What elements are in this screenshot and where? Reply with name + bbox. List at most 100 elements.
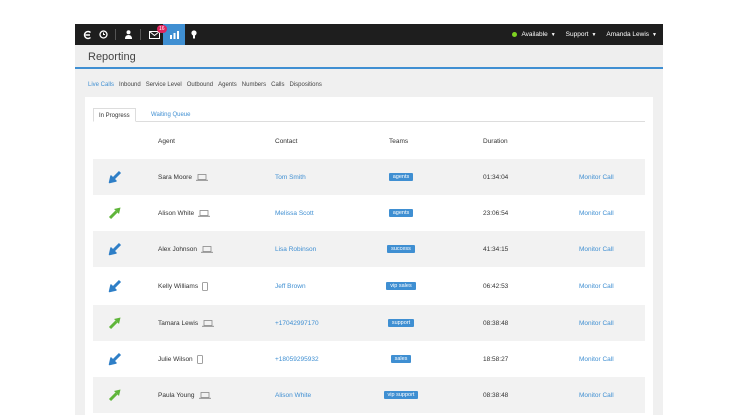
agent-cell: Paula Young [158,377,211,413]
topbar-divider [140,29,141,40]
inbound-call-icon [105,268,125,304]
monitor-call-link[interactable]: Monitor Call [579,231,614,267]
agent-cell: Alison White [158,195,211,231]
laptop-icon [198,391,211,399]
status-dot-icon [512,31,518,37]
title-bar: Reporting [75,45,663,69]
agent-name: Sara Moore [158,173,192,181]
tab-inbound[interactable]: Inbound [119,82,141,88]
tab-service-level[interactable]: Service Level [146,82,182,88]
team-cell: support [373,305,429,341]
team-cell: vip sales [373,268,429,304]
team-badge: vip sales [386,282,416,290]
contact-link[interactable]: +18059295932 [275,341,319,377]
tab-calls[interactable]: Calls [271,82,284,88]
table-header: Agent Contact Teams Duration [93,138,645,150]
status-dropdown[interactable]: Available ▼ [512,31,556,38]
table-row: Alison White Melissa Scott agents 23:06:54 M… [93,195,645,231]
support-label: Support [565,31,589,38]
tab-agents[interactable]: Agents [218,82,237,88]
monitor-call-link[interactable]: Monitor Call [579,341,614,377]
contact-link[interactable]: +17042997170 [275,305,319,341]
subtab-waiting-queue[interactable]: Waiting Queue [146,108,195,122]
table-row: Julie Wilson +18059295932 sales 18:58:27 Mon… [93,341,645,377]
status-label: Available [521,31,548,38]
support-dropdown[interactable]: Support ▼ [566,31,597,38]
team-cell: agents [373,195,429,231]
team-badge: sales [390,355,412,363]
agent-cell: Kelly Williams [158,268,208,304]
user-icon[interactable] [120,24,136,45]
phone-icon [202,281,208,291]
contact-link[interactable]: Lisa Robinson [275,231,316,267]
header-contact: Contact [275,138,298,145]
inbound-call-icon [105,231,125,267]
team-badge: agents [388,173,414,181]
duration-cell: 18:58:27 [483,355,509,363]
team-badge: agents [388,209,414,217]
agent-cell: Tamara Lewis [158,305,215,341]
tab-live-calls[interactable]: Live Calls [88,82,114,88]
report-nav: Live Calls Inbound Service Level Outboun… [88,82,322,88]
table-row: Alex Johnson Lisa Robinson success 41:34:15… [93,231,645,267]
table-row: Sara Moore Tom Smith agents 01:34:04 Monitor… [93,159,645,195]
agent-cell: Julie Wilson [158,341,203,377]
user-name: Amanda Lewis [606,31,650,38]
outbound-call-icon [105,305,125,341]
agent-name: Alison White [158,209,195,217]
laptop-icon [201,245,214,253]
duration-cell: 23:06:54 [483,209,509,217]
monitor-call-link[interactable]: Monitor Call [579,305,614,341]
duration-cell: 08:38:48 [483,319,509,327]
laptop-icon [202,319,215,327]
header-teams: Teams [389,138,409,145]
subtab-in-progress[interactable]: In Progress [93,108,136,122]
app-logo-icon[interactable] [79,24,95,45]
contact-link[interactable]: Jeff Brown [275,268,306,304]
team-badge: support [387,319,415,327]
caret-down-icon: ▼ [550,32,556,38]
agent-name: Kelly Williams [158,282,199,290]
team-cell: agents [373,159,429,195]
tab-outbound[interactable]: Outbound [187,82,213,88]
agent-name: Tamara Lewis [158,319,199,327]
subtabs: In Progress Waiting Queue [93,108,645,122]
contact-link[interactable]: Melissa Scott [275,195,314,231]
topbar-divider [115,29,116,40]
team-badge: success [387,245,415,253]
table-row: Kelly Williams Jeff Brown vip sales 06:42:5… [93,268,645,304]
team-cell: sales [373,341,429,377]
team-badge: vip support [383,391,419,399]
tab-numbers[interactable]: Numbers [242,82,266,88]
monitor-call-link[interactable]: Monitor Call [579,159,614,195]
duration-cell: 41:34:15 [483,245,509,253]
team-cell: vip support [373,377,429,413]
laptop-icon [195,173,208,181]
agent-name: Paula Young [158,391,195,399]
inbound-call-icon [105,341,125,377]
app-window: 16 Available ▼ Support ▼ Amanda Lewis ▼ Rep… [75,24,663,415]
mail-badge: 16 [157,25,167,33]
caret-down-icon: ▼ [591,32,597,38]
clock-icon[interactable] [95,24,111,45]
tab-dispositions[interactable]: Dispositions [289,82,321,88]
agent-cell: Sara Moore [158,159,208,195]
inbound-call-icon [105,159,125,195]
monitor-call-link[interactable]: Monitor Call [579,195,614,231]
outbound-call-icon [105,377,125,413]
caret-down-icon: ▼ [652,32,657,38]
table-row: Tamara Lewis +17042997170 support 08:38:48 M… [93,305,645,341]
monitor-call-link[interactable]: Monitor Call [579,268,614,304]
header-duration: Duration [483,138,508,145]
top-bar: 16 Available ▼ Support ▼ Amanda Lewis ▼ [75,24,663,45]
lightbulb-icon[interactable] [185,24,203,45]
duration-cell: 06:42:53 [483,282,509,290]
duration-cell: 01:34:04 [483,173,509,181]
contact-link[interactable]: Tom Smith [275,159,306,195]
page-title: Reporting [88,51,136,63]
contact-link[interactable]: Alison White [275,377,311,413]
monitor-call-link[interactable]: Monitor Call [579,377,614,413]
live-calls-panel: In Progress Waiting Queue Agent Contact … [85,97,653,415]
agent-cell: Alex Johnson [158,231,214,267]
user-menu-dropdown[interactable]: Amanda Lewis ▼ [606,31,657,38]
